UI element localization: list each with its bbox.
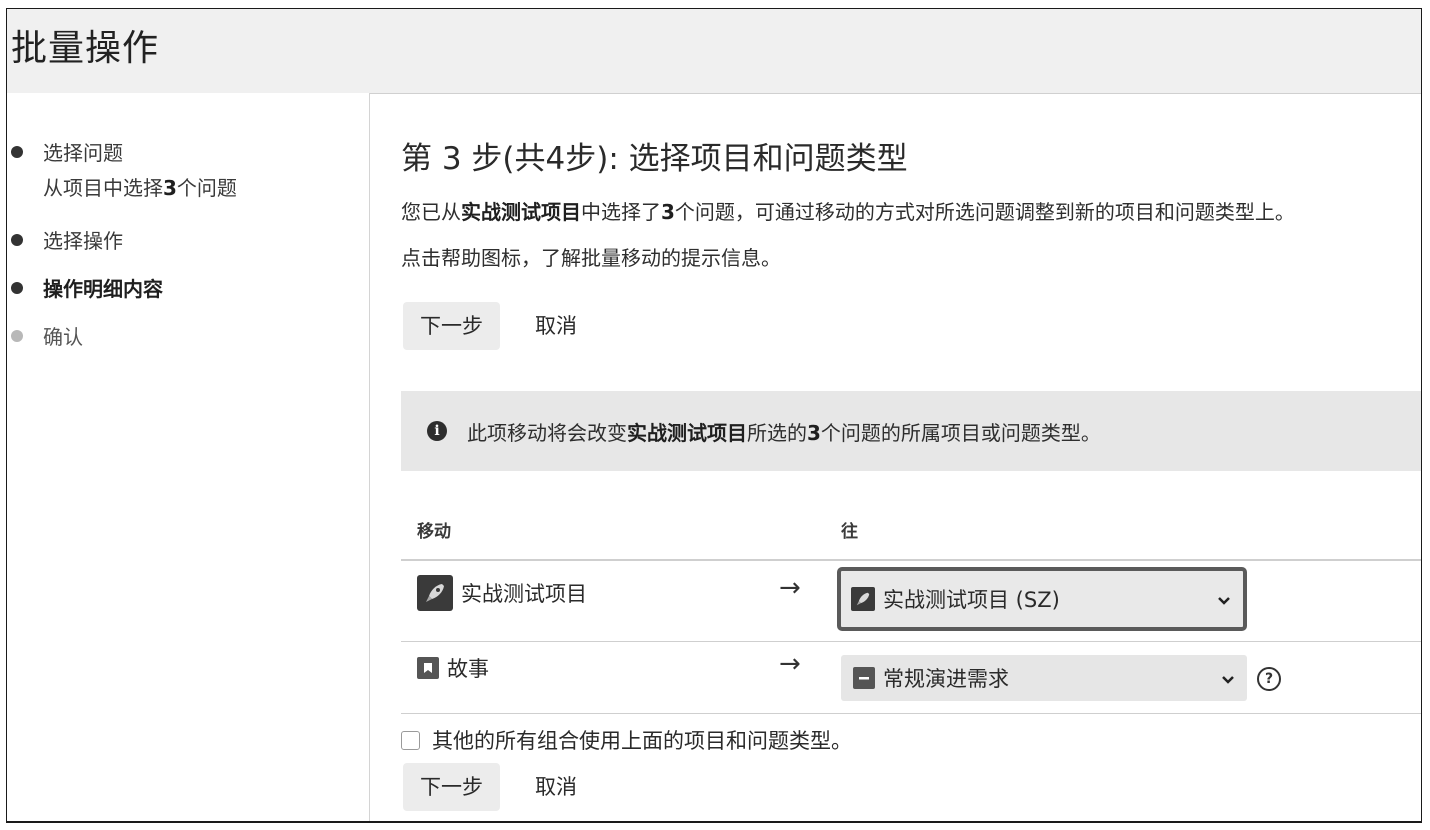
arrow-icon: → [779, 573, 801, 603]
help-icon[interactable]: ? [1257, 667, 1281, 691]
cancel-link[interactable]: 取消 [535, 302, 577, 350]
source-project-name: 实战测试项目 [461, 582, 587, 606]
cancel-link-bottom[interactable]: 取消 [535, 763, 577, 811]
page-frame: 批量操作 选择问题 从项目中选择3个问题 选择操作 操作明细内容 确认 第 3 … [6, 8, 1422, 823]
target-project-value: 实战测试项目 (SZ) [883, 588, 1060, 612]
target-project-select[interactable]: 实战测试项目 (SZ) [837, 567, 1247, 631]
column-header-to: 往 [841, 522, 858, 542]
table-row-project-source: 实战测试项目 [417, 575, 587, 611]
table-header-divider [401, 559, 1421, 561]
notice-text: 此项移动将会改变实战测试项目所选的3个问题的所属项目或问题类型。 [467, 420, 1101, 445]
next-button-bottom[interactable]: 下一步 [403, 763, 500, 811]
help-hint: 点击帮助图标，了解批量移动的提示信息。 [401, 246, 781, 270]
apply-all-label: 其他的所有组合使用上面的项目和问题类型。 [432, 729, 852, 753]
step-label: 选择问题 [43, 141, 123, 165]
step-bullet [11, 146, 23, 158]
step-label: 确认 [43, 325, 83, 349]
step-bullet [11, 234, 23, 246]
rocket-icon [851, 587, 875, 611]
target-issue-type-select[interactable]: 常规演进需求 [841, 655, 1247, 701]
step-title: 第 3 步(共4步): 选择项目和问题类型 [401, 141, 908, 177]
step-operation-details: 操作明细内容 [7, 273, 163, 302]
step-sublabel: 从项目中选择3个问题 [43, 176, 237, 200]
bookmark-icon [417, 657, 439, 679]
column-header-move: 移动 [417, 522, 451, 542]
info-notice: i 此项移动将会改变实战测试项目所选的3个问题的所属项目或问题类型。 [401, 391, 1421, 471]
apply-all-checkbox[interactable] [401, 730, 420, 750]
chevron-down-icon [1221, 666, 1235, 690]
next-button[interactable]: 下一步 [403, 302, 500, 350]
info-icon: i [427, 421, 447, 441]
step-label: 选择操作 [43, 229, 123, 253]
step-select-issues[interactable]: 选择问题 从项目中选择3个问题 [7, 137, 237, 201]
step-description: 您已从实战测试项目中选择了3个问题，可通过移动的方式对所选问题调整到新的项目和问… [401, 200, 1295, 224]
page-header: 批量操作 [7, 9, 1421, 94]
step-select-operation[interactable]: 选择操作 [7, 225, 123, 254]
apply-all-option[interactable]: 其他的所有组合使用上面的项目和问题类型。 [401, 725, 852, 755]
page-title: 批量操作 [11, 28, 160, 69]
target-issue-type-value: 常规演进需求 [883, 667, 1009, 691]
step-label: 操作明细内容 [43, 277, 163, 301]
rocket-icon [417, 575, 453, 611]
step-bullet [11, 330, 23, 342]
step-confirm: 确认 [7, 321, 83, 350]
source-issue-type: 故事 [447, 657, 489, 681]
chevron-down-icon [1217, 587, 1231, 611]
issue-type-icon [853, 667, 875, 689]
wizard-sidebar: 选择问题 从项目中选择3个问题 选择操作 操作明细内容 确认 [7, 93, 370, 821]
table-row-divider [401, 641, 1421, 642]
main-content: 第 3 步(共4步): 选择项目和问题类型 您已从实战测试项目中选择了3个问题，… [401, 93, 1421, 821]
step-bullet [11, 282, 23, 294]
table-row-divider [401, 713, 1421, 714]
table-row-issue-type: 故事 [417, 653, 489, 683]
arrow-icon: → [779, 649, 801, 679]
